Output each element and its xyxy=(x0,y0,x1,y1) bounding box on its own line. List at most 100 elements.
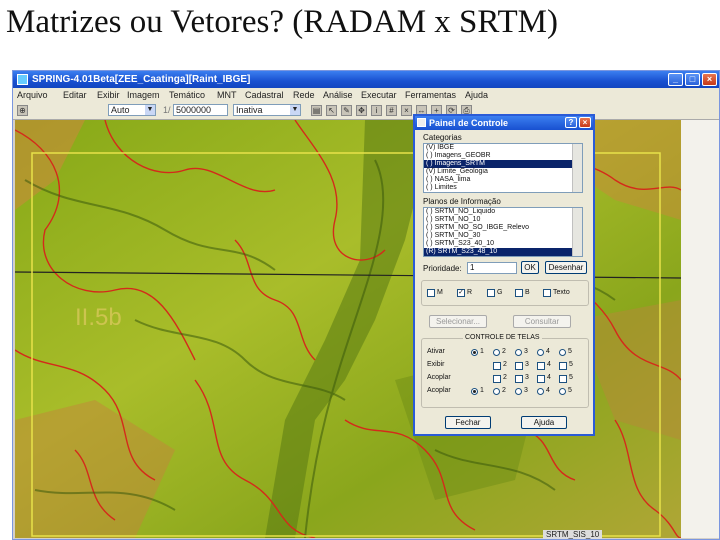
plane-item[interactable]: ( ) SRTM_NO_Liquido xyxy=(424,208,582,216)
map-region-label: II.5b xyxy=(75,304,122,331)
category-item[interactable]: ( ) Imagens_GEOBR xyxy=(424,152,582,160)
plane-item-selected[interactable]: (R) SRTM_S23_48_10 xyxy=(424,248,582,256)
menu-ferramentas[interactable]: Ferramentas xyxy=(405,88,456,102)
zoom-icon[interactable]: ⊕ xyxy=(17,105,28,116)
side-panel xyxy=(681,120,719,538)
category-item-selected[interactable]: ( ) Imagens_SRTM xyxy=(424,160,582,168)
channel-g-label: G xyxy=(497,289,503,296)
close-button[interactable]: × xyxy=(702,73,717,86)
category-item[interactable]: ( ) NASA_lima xyxy=(424,176,582,184)
ativar-radio-3[interactable] xyxy=(515,349,522,356)
channel-texto-checkbox[interactable] xyxy=(543,289,551,297)
plane-item[interactable]: ( ) SRTM_S23_40_10 xyxy=(424,240,582,248)
plane-item[interactable]: ( ) SRTM_NO_SO_IBGE_Relevo xyxy=(424,224,582,232)
ativar-radio-1[interactable] xyxy=(471,349,478,356)
menu-tematico[interactable]: Temático xyxy=(169,88,205,102)
selecionar-button[interactable]: Selecionar... xyxy=(429,315,487,328)
minimize-button[interactable]: _ xyxy=(668,73,683,86)
toolbar: ⊕ Auto ▼ 1/ 5000000 Inativa ▼ ▤ ↖ ✎ ✥ i # … xyxy=(13,102,719,120)
menu-cadastral[interactable]: Cadastral xyxy=(245,88,284,102)
acoplar2-radio-3[interactable] xyxy=(515,388,522,395)
ok-button[interactable]: OK xyxy=(521,261,539,274)
scale-label: 1/ xyxy=(163,105,171,115)
channel-texto-label: Texto xyxy=(553,289,570,296)
layers-icon[interactable]: ▤ xyxy=(311,105,322,116)
acoplar2-radio-2[interactable] xyxy=(493,388,500,395)
planes-list[interactable]: ( ) SRTM_NO_Liquido ( ) SRTM_NO_10 ( ) S… xyxy=(423,207,583,257)
menu-arquivo[interactable]: Arquivo xyxy=(17,88,48,102)
pointer-icon[interactable]: ↖ xyxy=(326,105,337,116)
acoplar-check-5[interactable] xyxy=(559,375,567,383)
scale-input[interactable]: 5000000 xyxy=(173,104,228,116)
menu-exibir[interactable]: Exibir xyxy=(97,88,120,102)
menu-rede[interactable]: Rede xyxy=(293,88,315,102)
grid-icon[interactable]: # xyxy=(386,105,397,116)
dialog-titlebar[interactable]: Painel de Controle ? × xyxy=(415,116,593,130)
priority-input[interactable]: 1 xyxy=(467,262,517,274)
maximize-button[interactable]: □ xyxy=(685,73,700,86)
ativar-radio-5[interactable] xyxy=(559,349,566,356)
slide-title: Matrizes ou Vetores? (RADAM x SRTM) xyxy=(6,4,558,40)
menu-ajuda[interactable]: Ajuda xyxy=(465,88,488,102)
category-item[interactable]: (V) IBGE xyxy=(424,144,582,152)
plane-item[interactable]: ( ) SRTM_NO_10 xyxy=(424,216,582,224)
dialog-help-button[interactable]: ? xyxy=(565,117,577,128)
zoom-mode-select[interactable]: Auto ▼ xyxy=(108,104,156,116)
channel-b-checkbox[interactable] xyxy=(515,289,523,297)
ativar-radio-2[interactable] xyxy=(493,349,500,356)
categories-scrollbar[interactable] xyxy=(572,144,582,192)
acoplar-label: Acoplar xyxy=(427,374,451,381)
exibir-check-2[interactable] xyxy=(493,362,501,370)
channel-m-checkbox[interactable] xyxy=(427,289,435,297)
priority-label: Prioridade: xyxy=(423,264,462,273)
planes-scrollbar[interactable] xyxy=(572,208,582,256)
acoplar-check-3[interactable] xyxy=(515,375,523,383)
acoplar2-radio-4[interactable] xyxy=(537,388,544,395)
spring-window: SPRING-4.01Beta[ZEE_Caatinga][Raint_IBGE… xyxy=(12,70,720,540)
channel-b-label: B xyxy=(525,289,530,296)
info-icon[interactable]: i xyxy=(371,105,382,116)
screen-control-label: CONTROLE DE TELAS xyxy=(463,334,542,341)
menu-imagem[interactable]: Imagem xyxy=(127,88,160,102)
acoplar-check-4[interactable] xyxy=(537,375,545,383)
exibir-check-3[interactable] xyxy=(515,362,523,370)
menu-mnt[interactable]: MNT xyxy=(217,88,237,102)
planes-label: Planos de Informação xyxy=(423,197,501,206)
exibir-label: Exibir xyxy=(427,361,445,368)
category-item[interactable]: ( ) Limites xyxy=(424,184,582,192)
category-check: V xyxy=(428,144,434,151)
categories-list[interactable]: (V) IBGE ( ) Imagens_GEOBR ( ) Imagens_S… xyxy=(423,143,583,193)
category-check: V xyxy=(428,168,434,175)
app-icon xyxy=(17,74,28,85)
window-titlebar[interactable]: SPRING-4.01Beta[ZEE_Caatinga][Raint_IBGE… xyxy=(13,71,719,88)
ajuda-button[interactable]: Ajuda xyxy=(521,416,567,429)
dialog-icon xyxy=(417,118,426,127)
erase-icon[interactable]: × xyxy=(401,105,412,116)
plane-item[interactable]: ( ) SRTM_NO_30 xyxy=(424,232,582,240)
control-panel-dialog: Painel de Controle ? × Categorias (V) IB… xyxy=(413,114,595,436)
acoplar2-radio-1[interactable] xyxy=(471,388,478,395)
draw-icon[interactable]: ✎ xyxy=(341,105,352,116)
acoplar-check-2[interactable] xyxy=(493,375,501,383)
consultar-button[interactable]: Consultar xyxy=(513,315,571,328)
menu-analise[interactable]: Análise xyxy=(323,88,353,102)
status-text: SRTM_SIS_10 xyxy=(543,530,603,539)
pan-icon[interactable]: ✥ xyxy=(356,105,367,116)
exibir-check-5[interactable] xyxy=(559,362,567,370)
channel-r-label: R xyxy=(467,289,473,296)
channel-g-checkbox[interactable] xyxy=(487,289,495,297)
fechar-button[interactable]: Fechar xyxy=(445,416,491,429)
dialog-close-button[interactable]: × xyxy=(579,117,591,128)
ativar-label: Ativar xyxy=(427,348,445,355)
exibir-check-4[interactable] xyxy=(537,362,545,370)
menu-editar[interactable]: Editar xyxy=(63,88,87,102)
channel-r-checkbox[interactable]: ✓ xyxy=(457,289,465,297)
menu-executar[interactable]: Executar xyxy=(361,88,397,102)
ativar-radio-4[interactable] xyxy=(537,349,544,356)
category-item[interactable]: (V) Limite_Geologia xyxy=(424,168,582,176)
dialog-title: Painel de Controle xyxy=(429,118,509,128)
mode-select[interactable]: Inativa ▼ xyxy=(233,104,301,116)
desenhar-button[interactable]: Desenhar xyxy=(545,261,587,274)
acoplar2-radio-5[interactable] xyxy=(559,388,566,395)
channel-m-label: M xyxy=(437,289,443,296)
